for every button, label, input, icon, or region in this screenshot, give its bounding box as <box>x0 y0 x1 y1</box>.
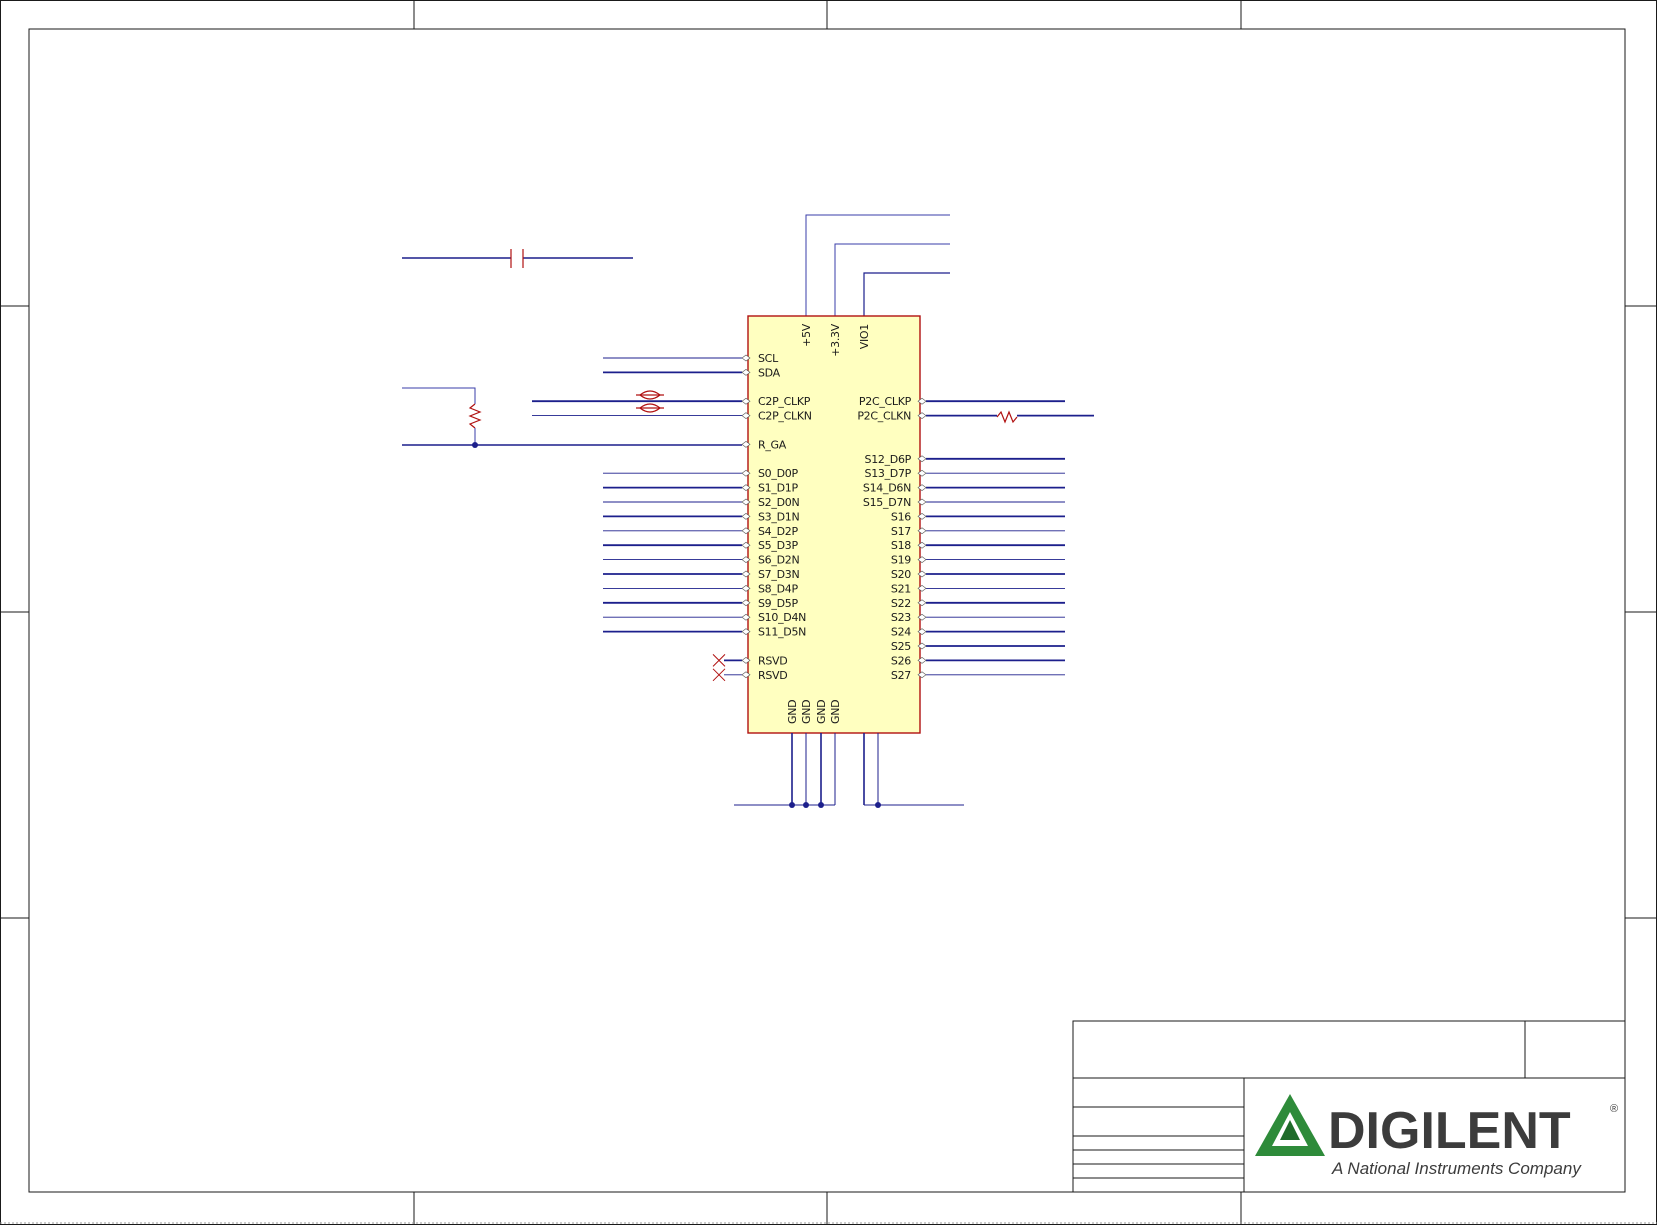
rga-resistor-network <box>402 387 742 448</box>
right-pin: S12_D6P <box>865 453 1065 466</box>
right-pin-label: S18 <box>891 539 911 552</box>
right-pin: S15_D7N <box>863 496 1065 509</box>
left-pin: S4_D2P <box>603 525 799 538</box>
left-pin-label: S9_D5P <box>758 597 798 610</box>
right-pin: S13_D7P <box>865 467 1065 480</box>
left-pin: S9_D5P <box>603 597 799 610</box>
left-pin-label: RSVD <box>758 654 787 667</box>
logo-wordmark: DIGILENT <box>1328 1102 1571 1160</box>
left-pin-label: S6_D2N <box>758 554 799 567</box>
left-pin-label: S4_D2P <box>758 525 798 538</box>
left-pin: C2P_CLKN <box>532 410 812 423</box>
right-pin: P2C_CLKP <box>859 395 1065 408</box>
logo-registered-mark: ® <box>1610 1103 1618 1115</box>
left-pin: S0_D0P <box>603 467 799 480</box>
ground-wires <box>734 733 964 808</box>
right-pin-label: S16 <box>891 510 911 523</box>
left-pin: S6_D2N <box>603 554 800 567</box>
left-pin-label: SDA <box>758 366 781 379</box>
left-pin-label: S7_D3N <box>758 568 799 581</box>
top-pin-label: +3.3V <box>829 323 842 357</box>
left-pin-label: C2P_CLKP <box>758 395 811 408</box>
capacitor-symbol <box>402 249 633 268</box>
right-pin-label: S17 <box>891 525 911 538</box>
right-pin-label: S21 <box>891 582 911 595</box>
left-pin: S11_D5N <box>603 626 806 639</box>
left-pin: S1_D1P <box>603 482 799 495</box>
left-pin-label: S1_D1P <box>758 482 798 495</box>
right-pin-label: S23 <box>891 611 911 624</box>
right-pin-label: S20 <box>891 568 911 581</box>
bottom-pin-label: GND <box>800 700 813 724</box>
left-pin-label: C2P_CLKN <box>758 410 812 423</box>
right-pin-label: S24 <box>891 626 911 639</box>
bottom-pin-label: GND <box>829 700 842 724</box>
left-pin-label: S5_D3P <box>758 539 798 552</box>
bottom-pin-label: GND <box>815 700 828 724</box>
left-pin-label: S11_D5N <box>758 626 806 639</box>
termination-resistor <box>996 410 1018 424</box>
right-pin-label: P2C_CLKN <box>857 410 911 423</box>
schematic-sheet: +5V +3.3V VIO1 GND GND GND GND SCLSDAC2P_CLKP… <box>0 0 1657 1225</box>
top-pin-label: +5V <box>800 323 813 347</box>
digilent-logo: DIGILENT ® A National Instruments Compan… <box>1255 1094 1618 1178</box>
left-pin: S7_D3N <box>603 568 800 581</box>
right-pin-label: S22 <box>891 597 911 610</box>
left-pin-label: S10_D4N <box>758 611 806 624</box>
no-connect-marker <box>712 668 726 682</box>
right-pin-label: S26 <box>891 654 911 667</box>
left-pin-label: RSVD <box>758 669 787 682</box>
left-pin-label: S2_D0N <box>758 496 799 509</box>
left-pin-label: S0_D0P <box>758 467 798 480</box>
left-pin: S3_D1N <box>603 510 800 523</box>
right-pin-label: P2C_CLKP <box>859 395 912 408</box>
power-wires <box>805 214 950 316</box>
no-connect-marker <box>712 654 726 667</box>
right-pin-label: S14_D6N <box>863 482 911 495</box>
left-pin: C2P_CLKP <box>532 395 811 408</box>
right-pin-label: S12_D6P <box>865 453 912 466</box>
left-pin: S10_D4N <box>603 611 806 624</box>
right-pin-label: S13_D7P <box>865 467 912 480</box>
bottom-pin-label: GND <box>786 700 799 724</box>
digilent-triangle-icon <box>1255 1094 1325 1156</box>
left-pin-label: S8_D4P <box>758 582 798 595</box>
logo-tagline: A National Instruments Company <box>1331 1159 1582 1178</box>
left-pin-label: R_GA <box>758 438 787 451</box>
right-pin-label: S19 <box>891 554 911 567</box>
right-pin: S14_D6N <box>863 482 1065 495</box>
left-pin: S2_D0N <box>603 496 800 509</box>
right-pin: P2C_CLKN <box>857 410 1094 423</box>
left-pin-label: SCL <box>758 352 779 365</box>
right-pin-label: S15_D7N <box>863 496 911 509</box>
right-pin-label: S27 <box>891 669 911 682</box>
left-pin: S8_D4P <box>603 582 799 595</box>
top-pin-label: VIO1 <box>858 324 871 349</box>
right-pin-label: S25 <box>891 640 911 653</box>
left-pin-group: SCLSDA C2P_CLKP C2P_CLKN R_GA S0_D0P S1_D1PS2… <box>532 352 812 682</box>
left-pin: S5_D3P <box>603 539 799 552</box>
left-pin-label: S3_D1N <box>758 510 799 523</box>
